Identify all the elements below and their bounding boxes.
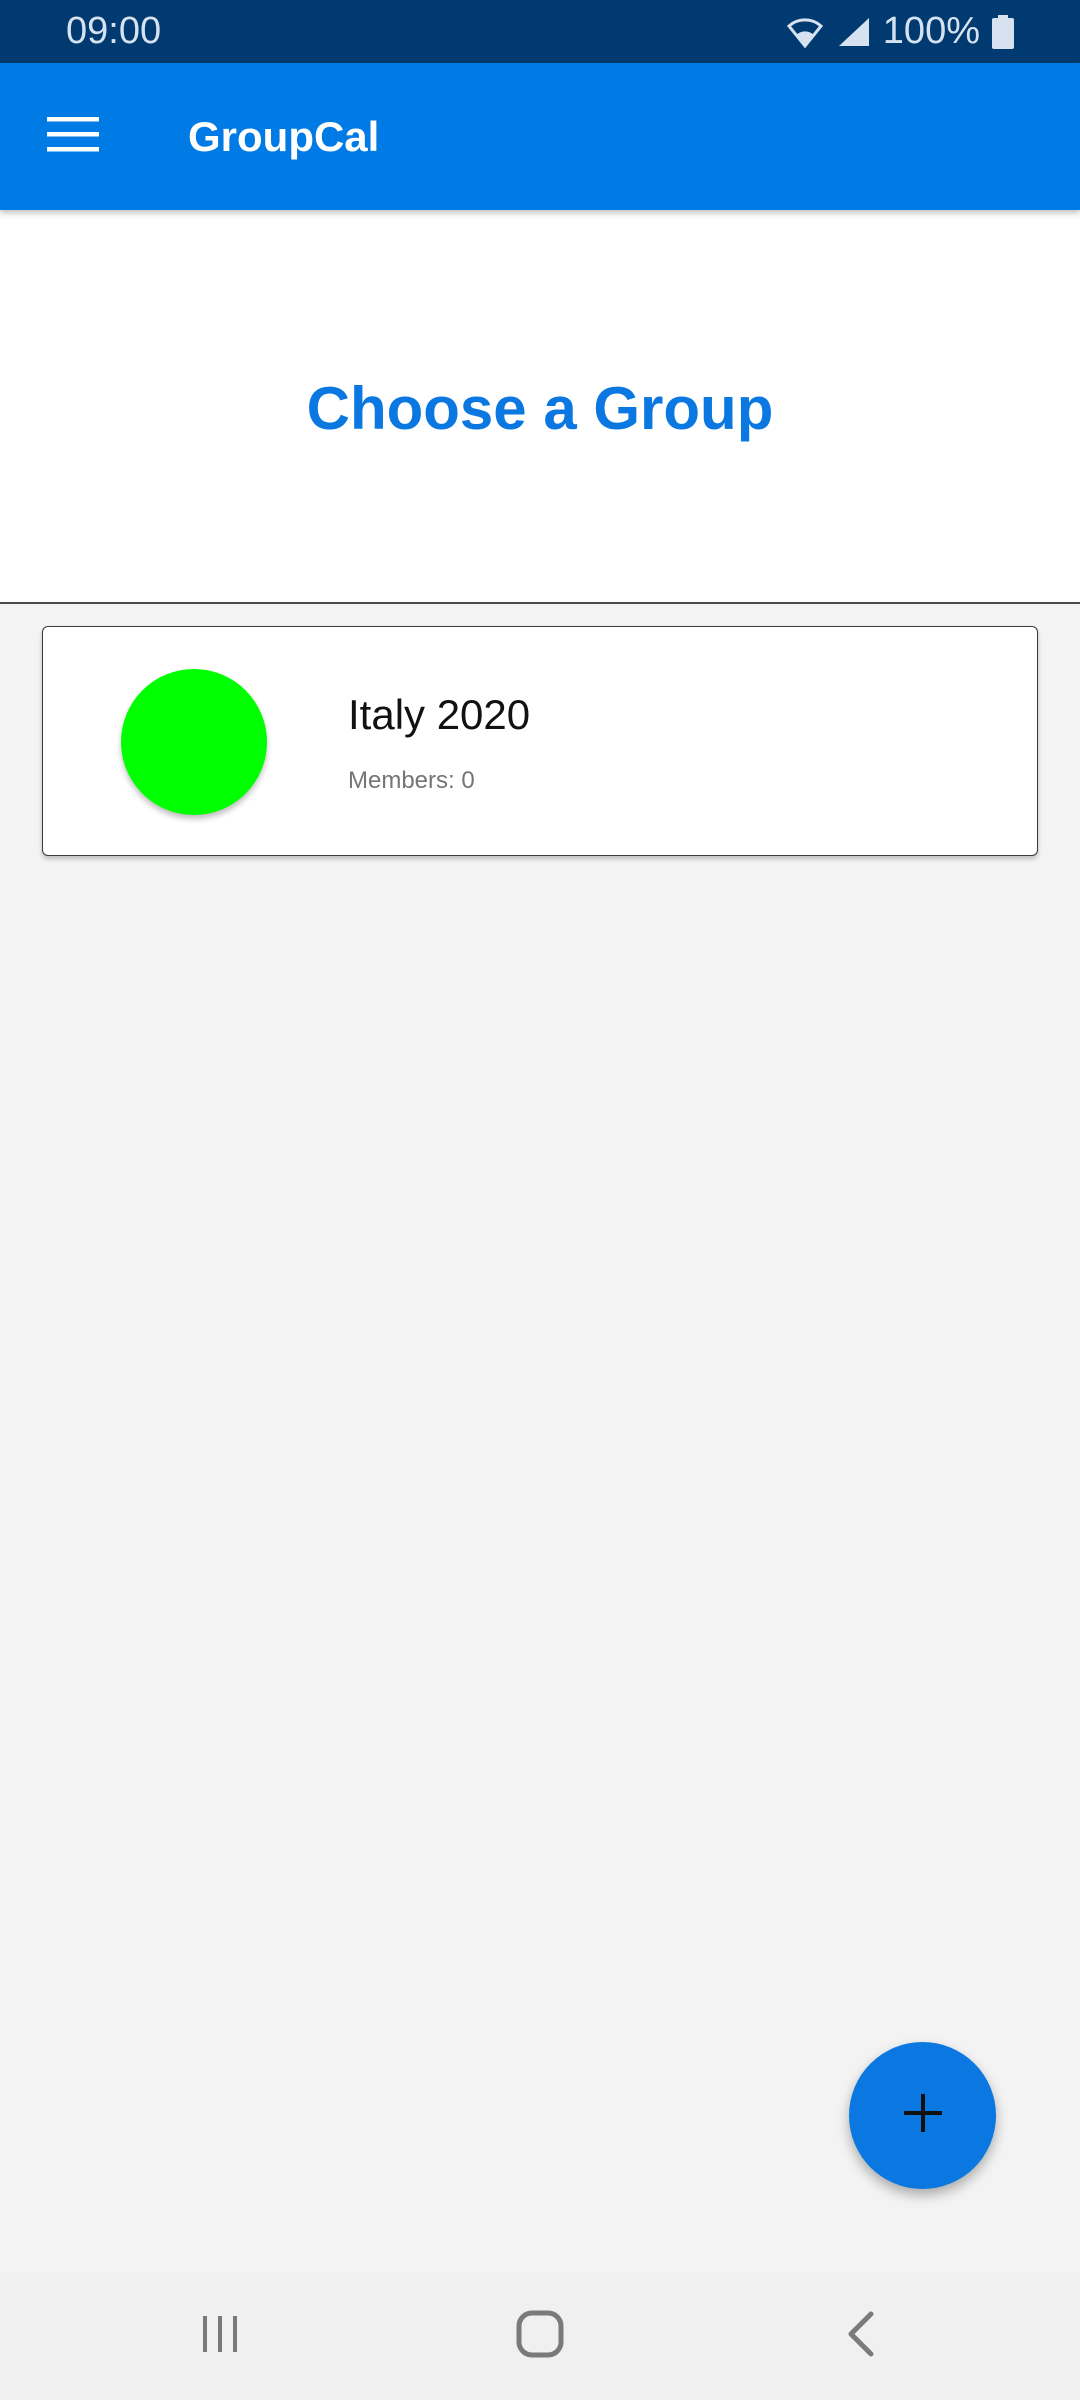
system-nav-bar (0, 2272, 1080, 2400)
hamburger-menu-icon (47, 115, 99, 158)
battery-label: 100% (882, 10, 980, 52)
app-title: GroupCal (188, 112, 380, 160)
plus-icon (903, 2093, 943, 2138)
status-bar: 09:00 100% (0, 0, 1080, 63)
back-button[interactable] (800, 2286, 920, 2386)
app-bar: GroupCal (0, 63, 1080, 210)
back-icon (845, 2311, 875, 2362)
wifi-icon (785, 16, 825, 48)
recent-apps-icon (200, 2314, 240, 2359)
page-title: Choose a Group (306, 374, 774, 442)
home-button[interactable] (480, 2286, 600, 2386)
status-icons: 100% (785, 10, 1014, 53)
signal-icon (837, 16, 871, 48)
status-time: 09:00 (66, 10, 162, 52)
header-panel: Choose a Group (0, 210, 1080, 604)
add-group-button[interactable] (849, 2042, 996, 2189)
group-color-avatar (121, 669, 267, 815)
menu-button[interactable] (0, 63, 146, 210)
battery-icon (992, 14, 1014, 49)
home-icon (516, 2310, 564, 2363)
group-members-count: Members: 0 (348, 767, 475, 794)
recent-apps-button[interactable] (160, 2286, 280, 2386)
group-name: Italy 2020 (348, 691, 531, 738)
group-card-italy-2020[interactable]: Italy 2020 Members: 0 (42, 626, 1038, 856)
